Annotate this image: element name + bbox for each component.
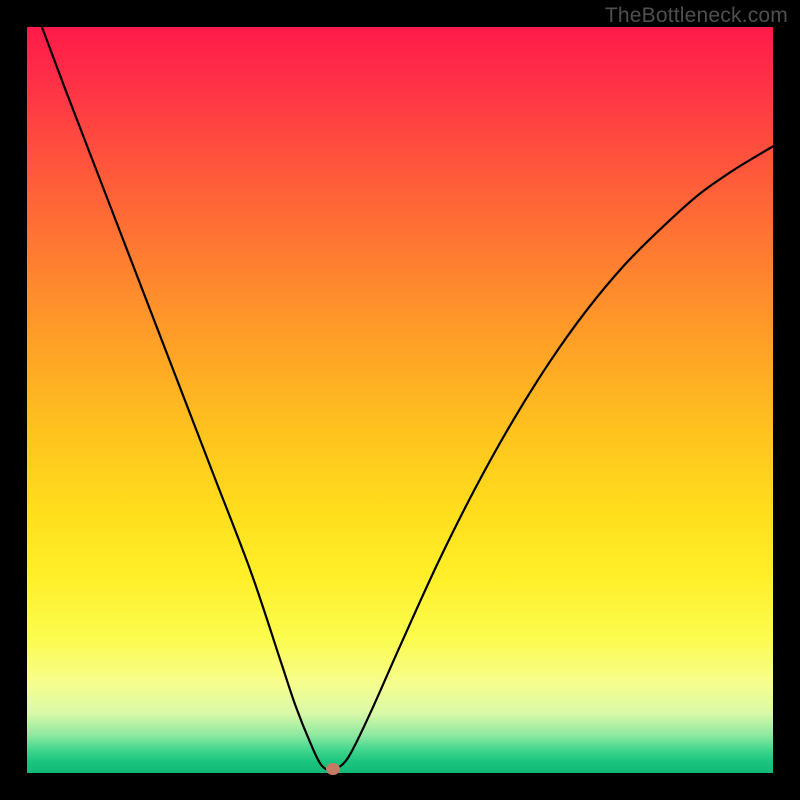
optimum-marker-icon [326,763,340,775]
chart-frame: TheBottleneck.com [0,0,800,800]
plot-area [27,27,773,773]
bottleneck-curve [27,27,773,773]
attribution-label: TheBottleneck.com [605,4,788,28]
